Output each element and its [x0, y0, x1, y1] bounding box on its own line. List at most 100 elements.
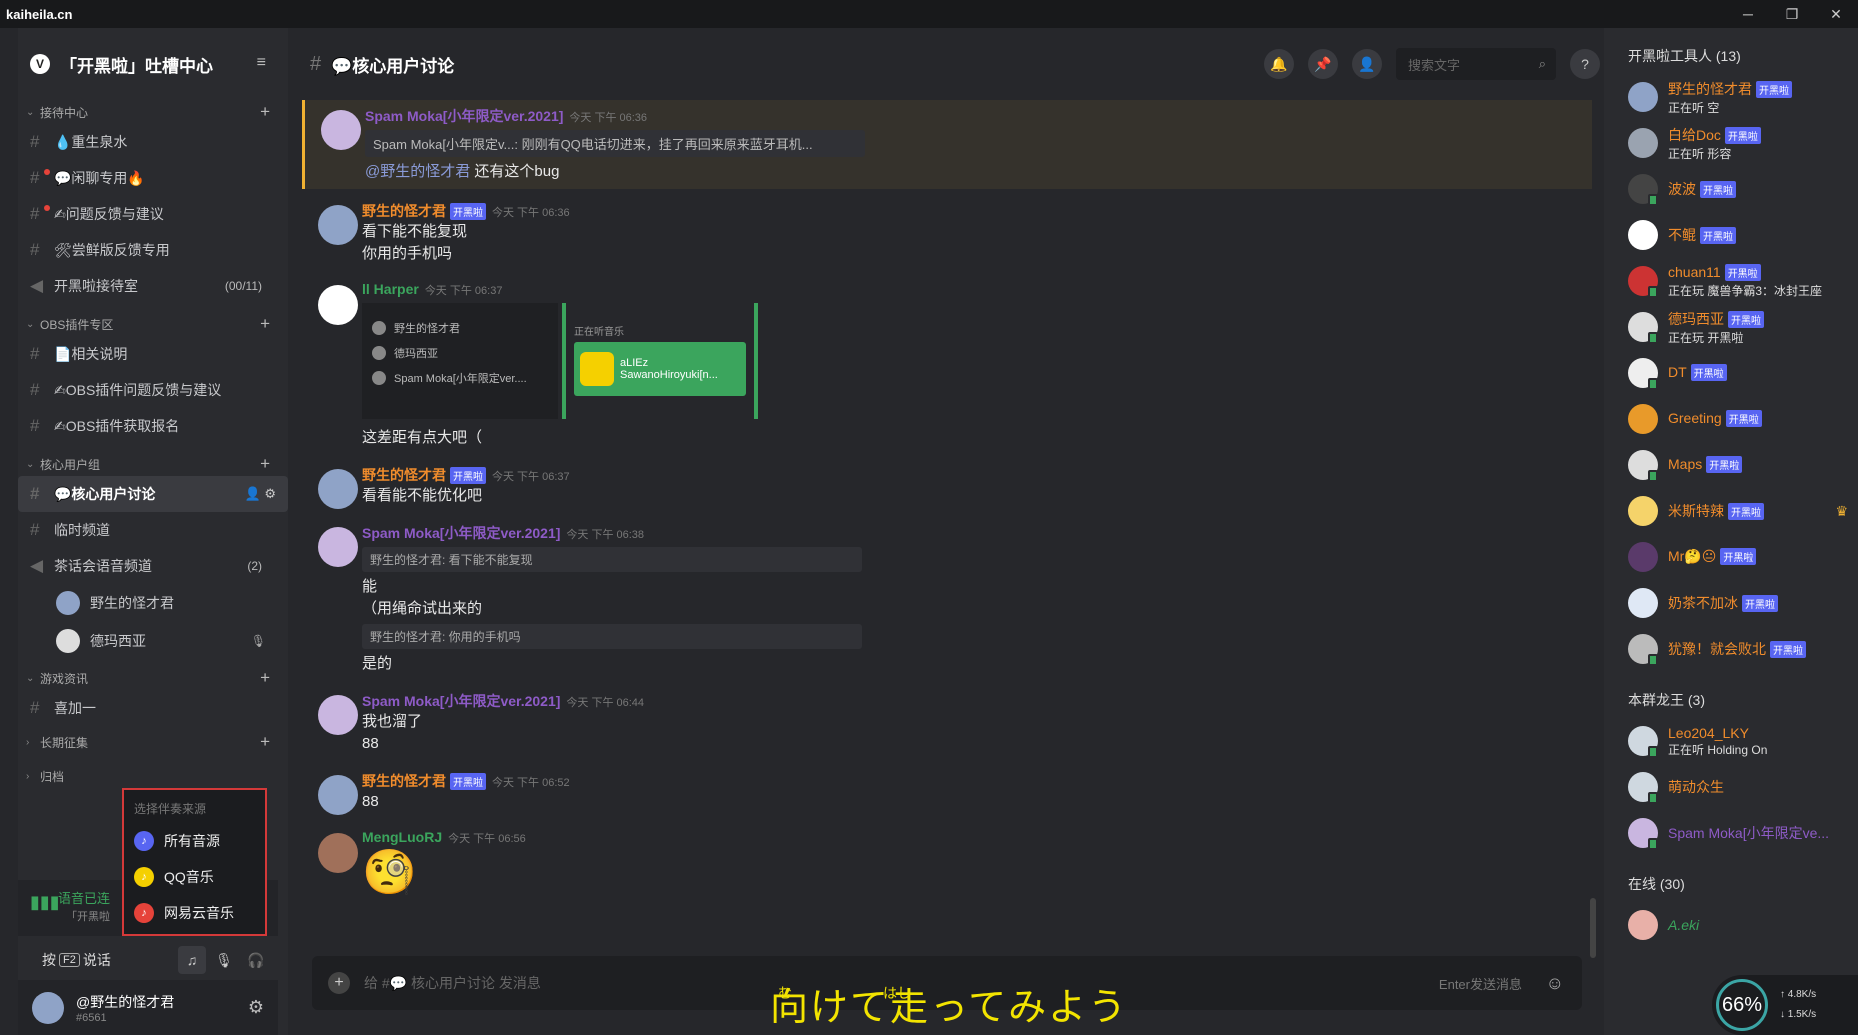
- author-name[interactable]: Spam Moka[小年限定ver.2021]: [362, 525, 560, 541]
- channel-item[interactable]: # 临时频道: [18, 512, 276, 548]
- add-attachment-icon[interactable]: +: [328, 972, 350, 994]
- member-item[interactable]: 德玛西亚 开黑啦 正在玩 开黑啦: [1628, 304, 1858, 350]
- author-name[interactable]: Spam Moka[小年限定ver.2021]: [365, 108, 563, 124]
- voice-channel-item[interactable]: ◀ 开黑啦接待室 (00/11): [18, 268, 276, 304]
- mic-button[interactable]: 🎙: [210, 946, 238, 974]
- add-channel-icon[interactable]: +: [260, 668, 270, 688]
- restore-button[interactable]: ❐: [1770, 0, 1814, 28]
- avatar: [1628, 450, 1658, 482]
- unread-dot: [44, 169, 50, 175]
- member-item[interactable]: 犹豫！就会败北 开黑啦: [1628, 626, 1858, 672]
- avatar[interactable]: [318, 285, 358, 325]
- music-source-button[interactable]: ♫: [178, 946, 206, 974]
- popup-option[interactable]: ♪ QQ音乐: [128, 859, 261, 895]
- category-header[interactable]: ⌄ OBS插件专区 +: [18, 312, 288, 336]
- category-header[interactable]: ⌄ 核心用户组 +: [18, 452, 288, 476]
- search-input[interactable]: 搜索文字 ⌕: [1396, 48, 1556, 80]
- channel-item[interactable]: # 💧重生泉水: [18, 124, 276, 160]
- avatar[interactable]: [318, 469, 358, 509]
- push-to-talk-bar: 按 F2 说话 ♫ 🎙 🎧: [18, 940, 278, 980]
- channel-item[interactable]: # 💬闲聊专用🔥: [18, 160, 276, 196]
- channel-actions[interactable]: 👤 ⚙: [245, 486, 276, 502]
- reply-quote[interactable]: Spam Moka[小年限定v...: 刚刚有QQ电话切进来，挂了再回来原来蓝牙…: [365, 130, 865, 157]
- author-name[interactable]: 野生的怪才君: [362, 203, 446, 219]
- add-channel-icon[interactable]: +: [260, 102, 270, 122]
- category-header[interactable]: › 归档: [18, 764, 288, 788]
- channel-label: 📄相关说明: [54, 346, 128, 362]
- member-item[interactable]: 野生的怪才君 开黑啦 正在听 空: [1628, 74, 1858, 120]
- add-channel-icon[interactable]: +: [260, 314, 270, 334]
- pin-icon[interactable]: 📌: [1308, 49, 1338, 79]
- mention[interactable]: @野生的怪才君: [365, 163, 470, 180]
- member-item[interactable]: 不鲲 开黑啦: [1628, 212, 1858, 258]
- category-header[interactable]: ⌄ 接待中心 +: [18, 100, 288, 124]
- message[interactable]: 野生的怪才君 开黑啦 今天 下午 06:37 看看能不能优化吧: [302, 459, 1592, 513]
- avatar[interactable]: [321, 110, 361, 150]
- message[interactable]: 野生的怪才君 开黑啦 今天 下午 06:36 看下能不能复现 你用的手机吗: [302, 195, 1592, 271]
- member-item[interactable]: DT 开黑啦: [1628, 350, 1858, 396]
- members-icon[interactable]: 👤: [1352, 49, 1382, 79]
- hash-icon: #: [30, 344, 40, 363]
- member-item[interactable]: 米斯特辣 开黑啦 ♛: [1628, 488, 1858, 534]
- help-icon[interactable]: ?: [1570, 49, 1600, 79]
- headphone-button[interactable]: 🎧: [242, 946, 270, 974]
- member-item[interactable]: Spam Moka[小年限定ve...: [1628, 810, 1858, 856]
- avatar[interactable]: [318, 775, 358, 815]
- popup-option[interactable]: ♪ 网易云音乐: [128, 895, 261, 931]
- emoji-icon[interactable]: ☺: [1546, 973, 1564, 994]
- add-channel-icon[interactable]: +: [260, 732, 270, 752]
- reply-quote[interactable]: 野生的怪才君: 看下能不能复现: [362, 547, 862, 572]
- channel-item[interactable]: # ✍OBS插件获取报名: [18, 408, 276, 444]
- channel-item[interactable]: # 🛠尝鲜版反馈专用: [18, 232, 276, 268]
- message[interactable]: Spam Moka[小年限定ver.2021] 今天 下午 06:38 野生的怪才…: [302, 517, 1592, 681]
- avatar[interactable]: [318, 695, 358, 735]
- channel-item[interactable]: # ✍问题反馈与建议: [18, 196, 276, 232]
- message[interactable]: Spam Moka[小年限定ver.2021] 今天 下午 06:36 Spam …: [302, 100, 1592, 189]
- option-label: QQ音乐: [164, 869, 214, 885]
- gear-icon[interactable]: ⚙: [248, 997, 264, 1018]
- avatar[interactable]: [32, 991, 64, 1024]
- image-embed[interactable]: 野生的怪才君 德玛西亚 Spam Moka[小年限定ver.... 正在听音乐 …: [362, 303, 1592, 419]
- member-item[interactable]: A.eki: [1628, 902, 1858, 948]
- member-item[interactable]: Mr🤔😐 开黑啦: [1628, 534, 1858, 580]
- category-label: 长期征集: [40, 735, 89, 750]
- popup-option[interactable]: ♪ 所有音源: [128, 823, 261, 859]
- channel-item[interactable]: # ✍OBS插件问题反馈与建议: [18, 372, 276, 408]
- member-item[interactable]: 奶茶不加冰 开黑啦: [1628, 580, 1858, 626]
- scrollbar[interactable]: [1590, 898, 1596, 958]
- menu-icon[interactable]: ≡: [257, 54, 266, 72]
- category-header[interactable]: › 长期征集 +: [18, 730, 288, 754]
- member-item[interactable]: Leo204_LKY 正在听 Holding On: [1628, 718, 1858, 764]
- category-header[interactable]: ⌄ 游戏资讯 +: [18, 666, 288, 690]
- member-item[interactable]: Greeting 开黑啦: [1628, 396, 1858, 442]
- member-item[interactable]: 波波 开黑啦: [1628, 166, 1858, 212]
- minimize-button[interactable]: ─: [1726, 0, 1770, 28]
- reply-quote[interactable]: 野生的怪才君: 你用的手机吗: [362, 624, 862, 649]
- author-name[interactable]: ll Harper: [362, 281, 419, 297]
- message[interactable]: Spam Moka[小年限定ver.2021] 今天 下午 06:44 我也溜了 …: [302, 685, 1592, 761]
- author-name[interactable]: Spam Moka[小年限定ver.2021]: [362, 693, 560, 709]
- author-name[interactable]: MengLuoRJ: [362, 829, 442, 845]
- member-item[interactable]: chuan11 开黑啦 正在玩 魔兽争霸3：冰封王座: [1628, 258, 1858, 304]
- guild-header[interactable]: V 「开黑啦」吐槽中心 ≡: [18, 28, 288, 100]
- bell-icon[interactable]: 🔔: [1264, 49, 1294, 79]
- voice-user[interactable]: 德玛西亚 🎙: [18, 622, 288, 660]
- message[interactable]: 野生的怪才君 开黑啦 今天 下午 06:52 88: [302, 765, 1592, 819]
- avatar[interactable]: [318, 205, 358, 245]
- member-item[interactable]: Maps 开黑啦: [1628, 442, 1858, 488]
- member-item[interactable]: 白给Doc 开黑啦 正在听 形容: [1628, 120, 1858, 166]
- channel-item[interactable]: # 喜加一: [18, 690, 276, 726]
- avatar[interactable]: [318, 833, 358, 873]
- author-name[interactable]: 野生的怪才君: [362, 467, 446, 483]
- author-name[interactable]: 野生的怪才君: [362, 773, 446, 789]
- voice-channel-item[interactable]: ◀ 茶话会语音频道 (2): [18, 548, 276, 584]
- close-button[interactable]: ✕: [1814, 0, 1858, 28]
- channel-item-active[interactable]: # 💬核心用户讨论 👤 ⚙: [18, 476, 288, 512]
- voice-user[interactable]: 野生的怪才君: [18, 584, 288, 622]
- channel-item[interactable]: # 📄相关说明: [18, 336, 276, 372]
- avatar[interactable]: [318, 527, 358, 567]
- message[interactable]: ll Harper 今天 下午 06:37 野生的怪才君 德玛西亚 Spam Mo…: [302, 275, 1592, 455]
- member-item[interactable]: 萌动众生: [1628, 764, 1858, 810]
- add-channel-icon[interactable]: +: [260, 454, 270, 474]
- message[interactable]: MengLuoRJ 今天 下午 06:56 🧐: [302, 823, 1592, 905]
